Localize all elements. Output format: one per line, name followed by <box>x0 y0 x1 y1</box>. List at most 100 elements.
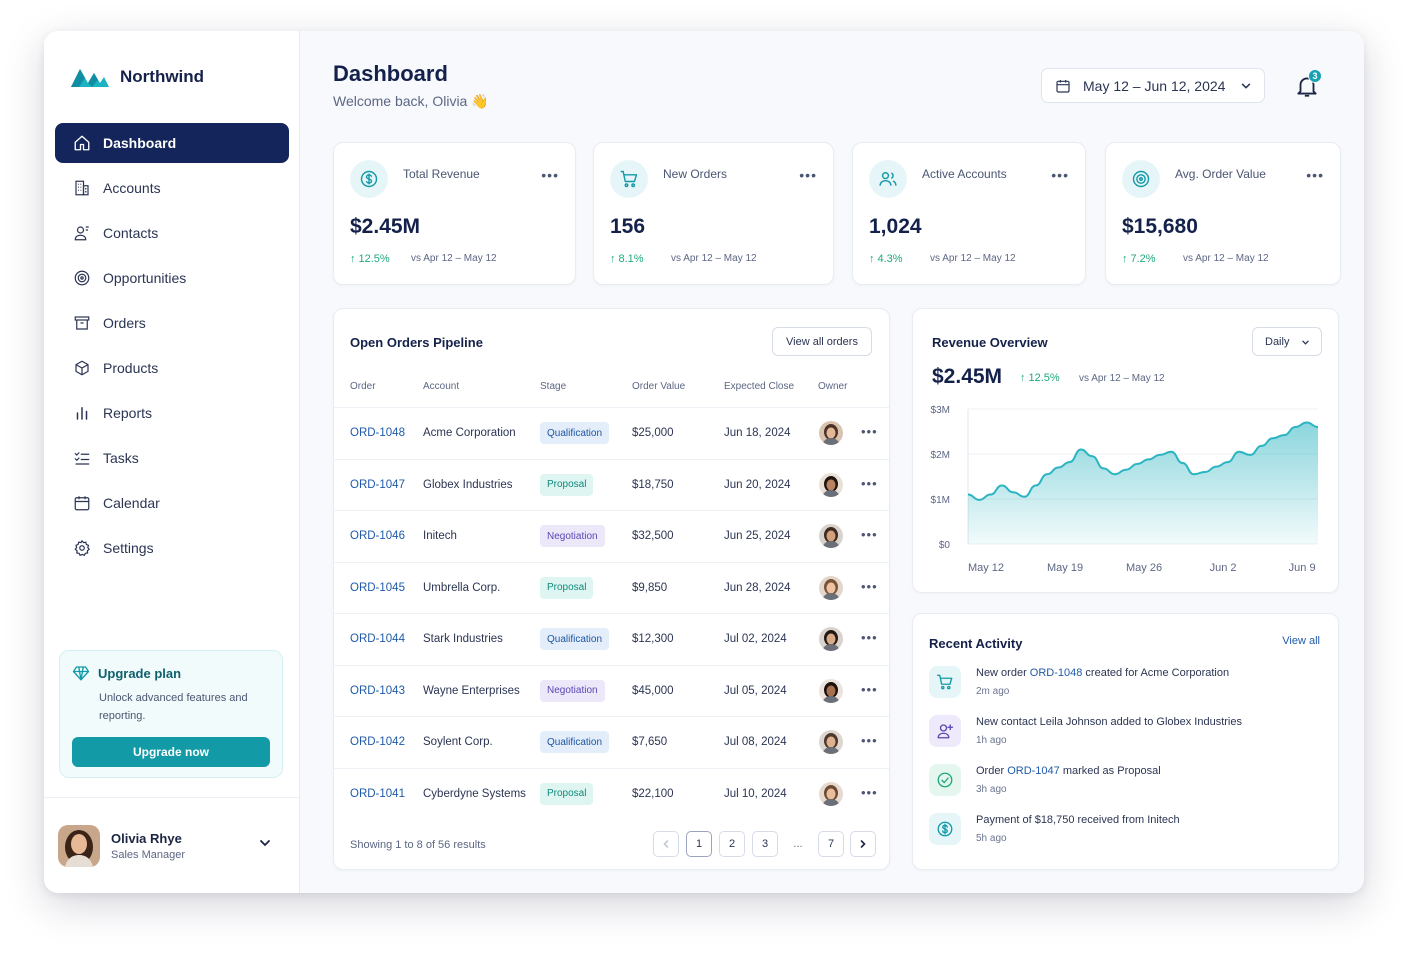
sidebar-item-opportunities[interactable]: Opportunities <box>55 258 289 298</box>
next-page-button[interactable] <box>850 831 876 857</box>
calendar-icon <box>1056 79 1070 93</box>
user-role: Sales Manager <box>111 848 185 861</box>
building-icon <box>75 180 89 196</box>
sidebar-item-contacts[interactable]: Contacts <box>55 213 289 253</box>
target-icon <box>1122 160 1160 198</box>
calendar-icon <box>74 496 90 511</box>
brand[interactable]: Northwind <box>70 65 204 89</box>
order-id-link[interactable]: ORD-1046 <box>350 530 405 542</box>
sidebar-item-products[interactable]: Products <box>55 348 289 388</box>
revenue-area <box>968 422 1318 544</box>
kpi-delta: ↑ 7.2% <box>1122 253 1156 265</box>
order-id-link[interactable]: ORD-1047 <box>350 479 405 491</box>
sidebar-item-settings[interactable]: Settings <box>55 528 289 568</box>
sidebar-item-orders[interactable]: Orders <box>55 303 289 343</box>
arrow-up-icon: ↑ <box>1122 253 1128 265</box>
more-options-icon[interactable]: ••• <box>861 682 878 697</box>
account-name: Soylent Corp. <box>423 736 493 748</box>
table-row[interactable]: ORD-1046 Initech Negotiation $32,500 Jun 25,… <box>334 510 889 562</box>
table-row[interactable]: ORD-1041 Cyberdyne Systems Proposal $22,100… <box>334 767 889 820</box>
y-tick-label: $0 <box>939 540 951 551</box>
order-id-link[interactable]: ORD-1042 <box>350 736 405 748</box>
column-header[interactable]: Order <box>350 381 376 392</box>
activity-item[interactable]: New contact Leila Johnson added to Globe… <box>929 714 1329 760</box>
page-button[interactable]: 3 <box>752 831 778 857</box>
kpi-card-avg-order-value: Avg. Order Value ••• $15,680 ↑ 7.2% vs Ap… <box>1105 142 1341 285</box>
sidebar-item-reports[interactable]: Reports <box>55 393 289 433</box>
activity-item[interactable]: Payment of $18,750 received from Initech… <box>929 812 1329 858</box>
activity-item[interactable]: New order ORD-1048 created for Acme Corp… <box>929 665 1329 711</box>
order-value: $18,750 <box>632 478 674 491</box>
column-header[interactable]: Owner <box>818 381 847 392</box>
page-button[interactable]: 2 <box>719 831 745 857</box>
more-options-icon[interactable]: ••• <box>861 785 878 800</box>
stage-badge: Negotiation <box>540 679 605 702</box>
order-id-link[interactable]: ORD-1045 <box>350 582 405 594</box>
user-profile[interactable]: Olivia Rhye Sales Manager <box>44 797 300 893</box>
page-button[interactable]: 1 <box>686 831 712 857</box>
column-header[interactable]: Account <box>423 381 459 392</box>
arrow-up-icon: ↑ <box>869 253 875 265</box>
column-header[interactable]: Expected Close <box>724 381 794 392</box>
sidebar-item-dashboard[interactable]: Dashboard <box>55 123 289 163</box>
avatar <box>819 678 843 703</box>
prev-page-button[interactable] <box>653 831 679 857</box>
sidebar-item-label: Tasks <box>103 450 139 466</box>
more-options-icon[interactable]: ••• <box>799 167 817 183</box>
dollar-icon <box>350 160 388 198</box>
arrow-up-icon: ↑ <box>610 253 616 265</box>
page-button[interactable]: 7 <box>818 831 844 857</box>
stage-badge: Negotiation <box>540 525 605 547</box>
users-icon <box>869 160 907 198</box>
table-row[interactable]: ORD-1042 Soylent Corp. Qualification $7,650… <box>334 716 889 768</box>
more-options-icon[interactable]: ••• <box>861 476 878 491</box>
open-orders-pipeline: Open Orders Pipeline View all orders Ord… <box>333 308 890 870</box>
more-options-icon[interactable]: ••• <box>861 733 878 748</box>
order-id-link[interactable]: ORD-1043 <box>350 685 405 697</box>
upgrade-now-button[interactable]: Upgrade now <box>72 737 270 767</box>
order-id-link[interactable]: ORD-1044 <box>350 633 405 645</box>
column-header[interactable]: Stage <box>540 381 566 392</box>
avatar <box>58 824 100 867</box>
user-plus-icon <box>929 715 961 747</box>
table-row[interactable]: ORD-1048 Acme Corporation Qualification $25… <box>334 407 889 459</box>
more-options-icon[interactable]: ••• <box>861 579 878 594</box>
table-row[interactable]: ORD-1044 Stark Industries Qualification $12… <box>334 613 889 665</box>
order-value: $22,100 <box>632 787 674 800</box>
column-header[interactable]: Order Value <box>632 381 685 392</box>
chevron-left-icon <box>663 840 669 848</box>
revenue-compare: vs Apr 12 – May 12 <box>1079 373 1165 384</box>
sidebar-item-accounts[interactable]: Accounts <box>55 168 289 208</box>
sidebar-item-tasks[interactable]: Tasks <box>55 438 289 478</box>
kpi-label: Avg. Order Value <box>1175 167 1266 181</box>
sidebar-item-calendar[interactable]: Calendar <box>55 483 289 523</box>
more-options-icon[interactable]: ••• <box>1051 167 1069 183</box>
period-select[interactable]: Daily <box>1252 327 1322 356</box>
order-id-link[interactable]: ORD-1041 <box>350 788 405 800</box>
table-row[interactable]: ORD-1047 Globex Industries Proposal $18,750… <box>334 458 889 511</box>
table-row[interactable]: ORD-1043 Wayne Enterprises Negotiation $45,… <box>334 664 889 717</box>
order-id-link[interactable]: ORD-1048 <box>350 427 405 439</box>
activity-item[interactable]: Order ORD-1047 marked as Proposal 3h ago <box>929 763 1329 809</box>
table-row[interactable]: ORD-1045 Umbrella Corp. Proposal $9,850 Jun … <box>334 561 889 614</box>
view-all-link[interactable]: View all <box>1282 635 1320 647</box>
sidebar: Northwind Dashboard Accounts Contacts Op… <box>44 31 300 893</box>
view-all-orders-button[interactable]: View all orders <box>772 327 872 356</box>
kpi-compare: vs Apr 12 – May 12 <box>1183 253 1269 264</box>
order-id-link[interactable]: ORD-1048 <box>1030 667 1083 679</box>
chevron-down-icon <box>1241 83 1251 89</box>
chevron-down-icon[interactable] <box>258 836 272 850</box>
cart-icon <box>610 160 648 198</box>
expected-close: Jul 10, 2024 <box>724 787 787 800</box>
user-name: Olivia Rhye <box>111 830 182 846</box>
date-range-picker[interactable]: May 12 – Jun 12, 2024 <box>1041 68 1265 103</box>
more-options-icon[interactable]: ••• <box>861 630 878 645</box>
revenue-delta: ↑ 12.5% <box>1020 372 1060 384</box>
more-options-icon[interactable]: ••• <box>861 527 878 542</box>
order-id-link[interactable]: ORD-1047 <box>1007 765 1060 777</box>
activity-text: Payment of $18,750 received from Initech <box>976 814 1180 826</box>
more-options-icon[interactable]: ••• <box>861 424 878 439</box>
more-options-icon[interactable]: ••• <box>1306 167 1324 183</box>
avatar <box>819 730 843 754</box>
more-options-icon[interactable]: ••• <box>541 167 559 183</box>
